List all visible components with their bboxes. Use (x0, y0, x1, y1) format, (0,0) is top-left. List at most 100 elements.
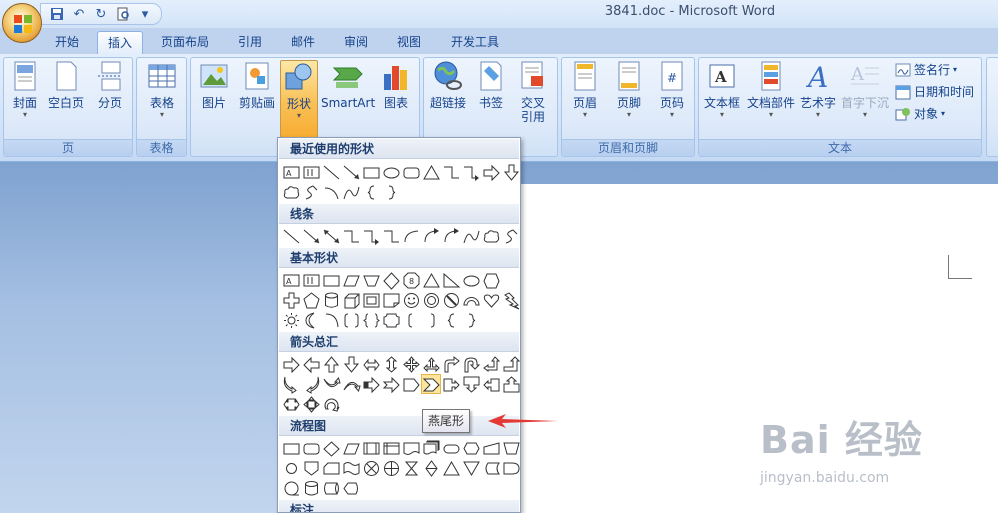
shape-sun-icon[interactable] (281, 310, 301, 330)
shape-foldcorner-icon[interactable] (381, 290, 401, 310)
shape-upcallout-icon[interactable] (501, 374, 520, 394)
shape-dblbracket-icon[interactable] (341, 310, 361, 330)
shape-lbrace-icon[interactable] (441, 310, 461, 330)
signature-line-button[interactable]: 签名行 ▾ (895, 60, 957, 80)
shape-punchtape-icon[interactable] (341, 458, 361, 478)
shape-curve-icon[interactable] (461, 226, 481, 246)
shapes-button[interactable]: 形状 ▾ (280, 60, 318, 138)
shape-curve-icon[interactable] (341, 182, 361, 202)
tab-review[interactable]: 审阅 (333, 31, 379, 54)
shape-rtriangle-icon[interactable] (441, 270, 461, 290)
shape-octagon-icon[interactable]: 8 (401, 270, 421, 290)
shape-data-icon[interactable] (341, 438, 361, 458)
shape-rbracket-icon[interactable] (421, 310, 441, 330)
undo-icon[interactable]: ↶ (71, 6, 87, 22)
cover-page-button[interactable]: 封面 ▾ (7, 60, 43, 138)
shape-oval-icon[interactable] (381, 162, 401, 182)
shape-rect-icon[interactable] (361, 162, 381, 182)
object-button[interactable]: 对象 ▾ (895, 104, 945, 124)
tab-references[interactable]: 引用 (228, 31, 272, 54)
shape-collate-icon[interactable] (401, 458, 421, 478)
shape-process-icon[interactable] (281, 438, 301, 458)
shape-curvedleft-icon[interactable] (301, 374, 321, 394)
shape-cloud-icon[interactable] (481, 226, 501, 246)
shape-textbox-icon[interactable]: A (281, 270, 301, 290)
shape-directaccess-icon[interactable] (321, 478, 341, 498)
shape-vtextbox-icon[interactable] (301, 270, 321, 290)
shape-chevron-icon[interactable] (421, 374, 441, 394)
quick-parts-button[interactable]: 文档部件 ▾ (745, 60, 797, 138)
footer-button[interactable]: 页脚 ▾ (610, 60, 648, 138)
shape-elbow-icon[interactable] (381, 226, 401, 246)
shape-card-icon[interactable] (321, 458, 341, 478)
tab-developer[interactable]: 开发工具 (441, 31, 509, 54)
shape-downcallout-icon[interactable] (461, 374, 481, 394)
shape-internal-icon[interactable] (381, 438, 401, 458)
shape-predefined-icon[interactable] (361, 438, 381, 458)
shape-pentagon-icon[interactable] (301, 290, 321, 310)
shape-dblbrace-icon[interactable] (361, 310, 381, 330)
chart-button[interactable]: 图表 (378, 60, 414, 138)
shape-plaque-icon[interactable] (381, 310, 401, 330)
shape-hexagon-icon[interactable] (481, 270, 501, 290)
shape-stripedright-icon[interactable] (361, 374, 381, 394)
shape-leftcallout-icon[interactable] (481, 374, 501, 394)
shape-dblarrow-icon[interactable] (321, 226, 341, 246)
shape-bevel-icon[interactable] (361, 290, 381, 310)
shape-leftarrow-icon[interactable] (301, 354, 321, 374)
shape-curvedup-icon[interactable] (321, 374, 341, 394)
shape-terminator-icon[interactable] (441, 438, 461, 458)
clip-art-button[interactable]: 剪贴画 (235, 60, 279, 138)
shape-cube-icon[interactable] (341, 290, 361, 310)
shape-lightning-icon[interactable] (501, 290, 520, 310)
shape-textbox-icon[interactable]: A (281, 162, 301, 182)
shape-or-icon[interactable] (381, 458, 401, 478)
shape-seqaccess-icon[interactable] (281, 478, 301, 498)
shape-rbrace-icon[interactable] (461, 310, 481, 330)
shape-cloud-icon[interactable] (281, 182, 301, 202)
shape-offpage-icon[interactable] (301, 458, 321, 478)
shape-cross-icon[interactable] (281, 290, 301, 310)
save-icon[interactable] (49, 6, 65, 22)
shape-quadcallout-icon[interactable] (301, 394, 321, 414)
shape-elbow-icon[interactable] (341, 226, 361, 246)
cross-reference-button[interactable]: 交叉 引用 (514, 60, 552, 138)
shape-smiley-icon[interactable] (401, 290, 421, 310)
shape-circulararrow-icon[interactable] (321, 394, 341, 414)
shape-rect-icon[interactable] (321, 270, 341, 290)
shape-curveddown-icon[interactable] (341, 374, 361, 394)
shape-blockarc-icon[interactable] (461, 290, 481, 310)
shape-lrup-icon[interactable] (421, 354, 441, 374)
shape-notchedright-icon[interactable] (381, 374, 401, 394)
tab-home[interactable]: 开始 (45, 31, 89, 54)
shape-curvedarrow-icon[interactable] (441, 226, 461, 246)
shape-diamond-icon[interactable] (381, 270, 401, 290)
shape-decision-icon[interactable] (321, 438, 341, 458)
smartart-button[interactable]: SmartArt (321, 60, 375, 138)
shape-pentagonarrow-icon[interactable] (401, 374, 421, 394)
shape-multidoc-icon[interactable] (421, 438, 441, 458)
shape-bentarrow-icon[interactable] (441, 354, 461, 374)
table-button[interactable]: 表格 ▾ (143, 60, 181, 138)
shape-arrowline-icon[interactable] (341, 162, 361, 182)
shape-document-icon[interactable] (401, 438, 421, 458)
tab-mailings[interactable]: 邮件 (281, 31, 325, 54)
text-box-button[interactable]: A 文本框 ▾ (702, 60, 742, 138)
shape-elbow-icon[interactable] (441, 162, 461, 182)
shape-curvedarrow-icon[interactable] (421, 226, 441, 246)
tab-page-layout[interactable]: 页面布局 (152, 31, 218, 54)
shape-preparation-icon[interactable] (461, 438, 481, 458)
shape-elbowarrow-icon[interactable] (361, 226, 381, 246)
shape-moon-icon[interactable] (301, 310, 321, 330)
tab-insert[interactable]: 插入 (97, 31, 143, 54)
shape-nosymbol-icon[interactable] (441, 290, 461, 310)
shape-rbrace-icon[interactable] (381, 182, 401, 202)
shape-parallelogram-icon[interactable] (341, 270, 361, 290)
shape-freeform-icon[interactable] (301, 182, 321, 202)
shape-lrarrow-icon[interactable] (361, 354, 381, 374)
shape-triangle-icon[interactable] (421, 270, 441, 290)
wordart-button[interactable]: A 艺术字 ▾ (798, 60, 838, 138)
shape-leftup-icon[interactable] (481, 354, 501, 374)
shape-quadarrow-icon[interactable] (401, 354, 421, 374)
shape-arcshape-icon[interactable] (321, 310, 341, 330)
